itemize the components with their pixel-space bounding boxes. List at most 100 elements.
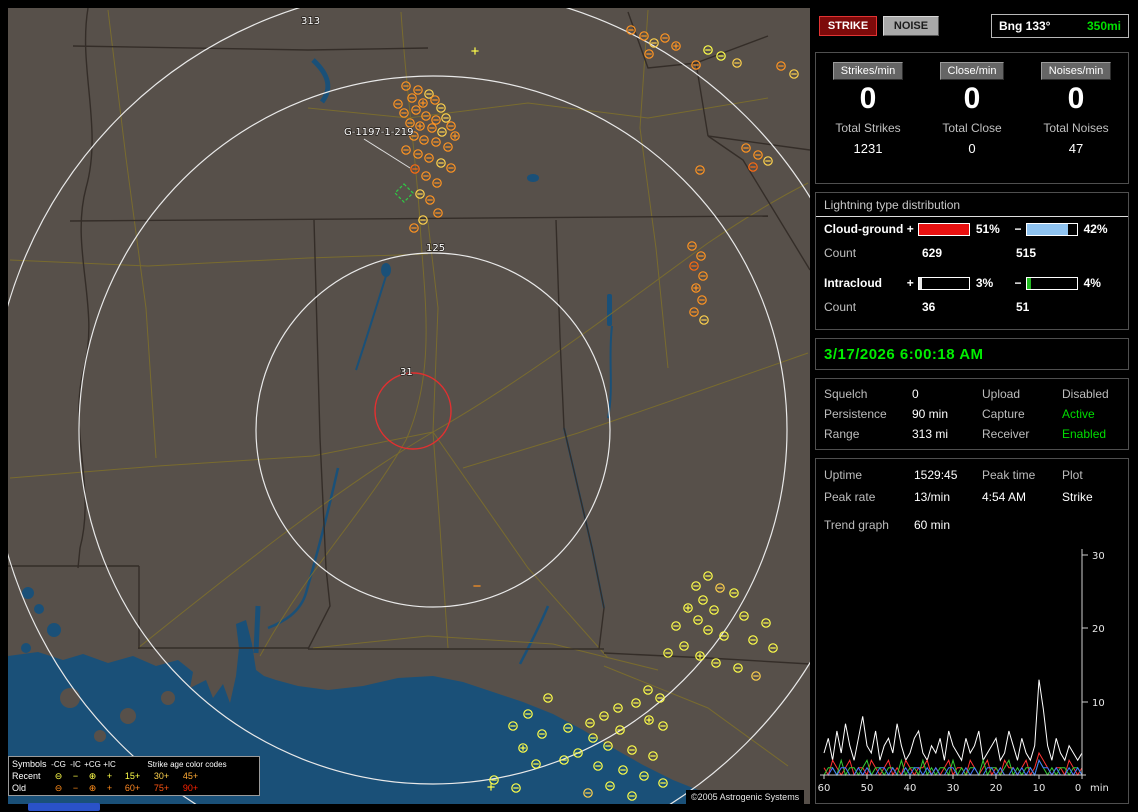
ring-label-middle: 125 — [426, 243, 445, 254]
noises-per-min-value: 0 — [1067, 82, 1085, 115]
minus-sign: − — [1014, 276, 1022, 290]
cg-neg-symbol-icon: ⊖ — [54, 782, 63, 793]
intracloud-label: Intracloud — [824, 276, 883, 290]
capture-label: Capture — [982, 407, 1025, 421]
trend-graph-value: 60 min — [914, 518, 951, 532]
x-tick-60: 60 — [818, 783, 830, 794]
noises-per-min-chip: Noises/min — [1040, 62, 1112, 80]
clock-section: 3/17/2026 6:00:18 AM — [815, 338, 1129, 370]
legend-header-ic-pos: +IC — [103, 759, 116, 769]
rate-counters-section: Strikes/min 0 Total Strikes 1231 Close/m… — [815, 52, 1129, 184]
cg-neg-symbol-icon: ⊖ — [54, 770, 63, 781]
strike-indicator-button[interactable]: STRIKE — [819, 16, 877, 36]
uptime-label: Uptime — [824, 468, 863, 482]
cg-minus-pct: 42% — [1083, 222, 1108, 236]
count-label: Count — [824, 300, 857, 314]
distribution-section: Lightning type distribution Cloud-ground… — [815, 192, 1129, 330]
indicator-bar: STRIKE NOISE Bng 133° 350mi — [815, 14, 1129, 40]
age-code: 60+ — [124, 783, 141, 793]
legend-header-ic-neg: -IC — [70, 759, 81, 769]
copyright-text: ©2005 Astrogenic Systems — [686, 790, 805, 804]
y-tick-10: 10 — [1092, 698, 1105, 709]
cg-minus-bar — [1025, 222, 1078, 236]
cg-plus-pct: 51% — [975, 222, 1000, 236]
trend-series-layer — [823, 679, 1083, 777]
trend-series-cg-neg — [823, 751, 1083, 777]
ic-minus-count: 51 — [1016, 300, 1030, 314]
upload-status: Disabled — [1062, 387, 1109, 401]
squelch-label: Squelch — [824, 387, 868, 401]
trend-series-strike-rate — [823, 679, 1083, 762]
cg-plus-count: 629 — [922, 246, 943, 260]
x-tick-0: 0 — [1075, 783, 1081, 794]
total-close-label: Total Close — [942, 121, 1002, 135]
peak-time-value: 4:54 AM — [982, 490, 1027, 504]
total-strikes-label: Total Strikes — [835, 121, 901, 135]
ic-pos-symbol-icon: + — [106, 783, 113, 793]
noise-indicator-button[interactable]: NOISE — [883, 16, 939, 36]
x-tick-40: 40 — [904, 783, 917, 794]
cell-range-label: 31 — [400, 367, 413, 378]
legend-header-cg-pos: +CG — [84, 759, 101, 769]
close-per-min-chip: Close/min — [939, 62, 1005, 80]
trend-graph: 30 20 10 60 50 40 30 20 10 0 min — [818, 549, 1109, 794]
ic-neg-symbol-icon: − — [72, 771, 79, 781]
range-label: Range — [824, 427, 860, 441]
total-close-value: 0 — [968, 141, 976, 156]
taskbar-fragment — [28, 803, 100, 811]
cg-minus-count: 515 — [1016, 246, 1037, 260]
ic-plus-bar — [918, 276, 970, 290]
settings-section: Squelch 0 Upload Disabled Persistence 90… — [815, 378, 1129, 450]
strikes-per-min-value: 0 — [859, 82, 877, 115]
plus-sign: + — [906, 222, 914, 236]
age-code: 75+ — [153, 783, 170, 793]
ic-minus-bar — [1025, 276, 1078, 290]
y-tick-30: 30 — [1092, 551, 1105, 562]
age-code: 45+ — [182, 771, 199, 781]
total-noises-value: 47 — [1068, 141, 1084, 156]
plot-value: Strike — [1062, 490, 1093, 504]
cg-pos-symbol-icon: ⊕ — [88, 770, 97, 781]
count-label: Count — [824, 246, 857, 260]
legend-age-title: Strike age color codes — [147, 759, 227, 769]
cell-tag-label: G-1197-1-219 — [344, 127, 413, 138]
noises-counter: Noises/min 0 Total Noises 47 — [1024, 53, 1128, 183]
stats-trend-section: Uptime 1529:45 Peak time Plot Peak rate … — [815, 458, 1129, 804]
cg-plus-bar — [918, 222, 970, 236]
squelch-value: 0 — [912, 387, 919, 401]
close-counter: Close/min 0 Total Close 0 — [920, 53, 1024, 183]
legend-row-old-label: Old — [12, 783, 27, 793]
strikes-per-min-chip: Strikes/min — [832, 62, 904, 80]
ic-plus-count: 36 — [922, 300, 936, 314]
ring-label-outer: 313 — [301, 16, 320, 27]
map-panel: 313 125 31 G-1197-1-219 Symbols -CG -IC … — [8, 8, 810, 804]
age-code: 30+ — [153, 771, 170, 781]
cg-pos-symbol-icon: ⊕ — [88, 782, 97, 793]
x-tick-20: 20 — [990, 783, 1003, 794]
age-code: 90+ — [182, 783, 199, 793]
upload-label: Upload — [982, 387, 1021, 401]
legend-symbols-title: Symbols — [12, 759, 47, 769]
strikes-counter: Strikes/min 0 Total Strikes 1231 — [816, 53, 920, 183]
plus-sign: + — [906, 276, 914, 290]
receiver-status: Enabled — [1062, 427, 1107, 441]
lightning-map-canvas: 313 125 31 G-1197-1-219 — [8, 8, 810, 804]
bearing-value: Bng 133° — [999, 19, 1051, 33]
peak-rate-label: Peak rate — [824, 490, 876, 504]
receiver-label: Receiver — [982, 427, 1030, 441]
uptime-value: 1529:45 — [914, 468, 958, 482]
datetime-display: 3/17/2026 6:00:18 AM — [824, 346, 984, 363]
persistence-label: Persistence — [824, 407, 887, 421]
range-value: 350mi — [1086, 19, 1121, 33]
close-per-min-value: 0 — [963, 82, 981, 115]
distribution-title: Lightning type distribution — [816, 193, 1128, 217]
total-strikes-value: 1231 — [853, 141, 883, 156]
status-panel: STRIKE NOISE Bng 133° 350mi Strikes/min … — [814, 8, 1130, 804]
ic-minus-pct: 4% — [1083, 276, 1101, 290]
app-window: 313 125 31 G-1197-1-219 Symbols -CG -IC … — [0, 0, 1138, 812]
peak-rate-value: 13/min — [914, 490, 951, 504]
capture-status: Active — [1062, 407, 1095, 421]
ic-pos-symbol-icon: + — [106, 771, 113, 781]
minus-sign: − — [1014, 222, 1022, 236]
ic-plus-pct: 3% — [975, 276, 994, 290]
